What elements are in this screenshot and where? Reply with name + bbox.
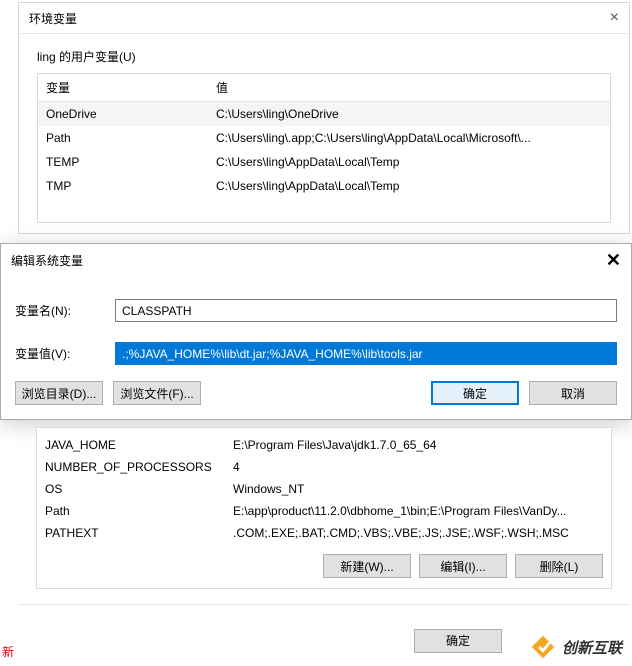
table-row[interactable]: TMPC:\Users\ling\AppData\Local\Temp bbox=[38, 174, 610, 198]
cell-val: .COM;.EXE;.BAT;.CMD;.VBS;.VBE;.JS;.JSE;.… bbox=[225, 522, 611, 544]
cell-var: Path bbox=[37, 500, 225, 522]
logo-icon bbox=[528, 632, 558, 662]
dialog2-buttons: 浏览目录(D)... 浏览文件(F)... 确定 取消 bbox=[1, 371, 631, 405]
user-vars-label: ling 的用户变量(U) bbox=[19, 34, 629, 73]
cancel-button[interactable]: 取消 bbox=[529, 381, 617, 405]
cell-var: PATHEXT bbox=[37, 522, 225, 544]
env-vars-dialog: 环境变量 × ling 的用户变量(U) 变量 值 OneDriveC:\Use… bbox=[18, 2, 630, 234]
red-mark: 新 bbox=[2, 643, 14, 660]
cell-var: TEMP bbox=[38, 150, 208, 174]
title-bar: 编辑系统变量 ✕ bbox=[1, 244, 631, 277]
delete-button[interactable]: 删除(L) bbox=[515, 554, 603, 578]
table-row[interactable]: PathC:\Users\ling\.app;C:\Users\ling\App… bbox=[38, 126, 610, 150]
ok-button[interactable]: 确定 bbox=[431, 381, 519, 405]
var-name-row: 变量名(N): bbox=[1, 293, 631, 328]
cell-val: E:\Program Files\Java\jdk1.7.0_65_64 bbox=[225, 434, 611, 456]
cell-val: 4 bbox=[225, 456, 611, 478]
ok-button-bottom[interactable]: 确定 bbox=[414, 629, 502, 653]
user-vars-table: 变量 值 OneDriveC:\Users\ling\OneDrive Path… bbox=[38, 74, 610, 222]
browse-file-button[interactable]: 浏览文件(F)... bbox=[113, 381, 201, 405]
table-row[interactable]: OneDriveC:\Users\ling\OneDrive bbox=[38, 102, 610, 127]
cell-val: C:\Users\ling\AppData\Local\Temp bbox=[208, 150, 610, 174]
table-row[interactable]: TEMPC:\Users\ling\AppData\Local\Temp bbox=[38, 150, 610, 174]
table-row[interactable]: PathE:\app\product\11.2.0\dbhome_1\bin;E… bbox=[37, 500, 611, 522]
var-name-input[interactable] bbox=[115, 299, 617, 322]
cell-var: Path bbox=[38, 126, 208, 150]
cell-var: OS bbox=[37, 478, 225, 500]
dialog-title: 编辑系统变量 bbox=[11, 252, 83, 269]
table-row[interactable]: PATHEXT.COM;.EXE;.BAT;.CMD;.VBS;.VBE;.JS… bbox=[37, 522, 611, 544]
system-vars-box: JAVA_HOMEE:\Program Files\Java\jdk1.7.0_… bbox=[36, 427, 612, 589]
dialog-title: 环境变量 bbox=[29, 10, 77, 27]
cell-var: OneDrive bbox=[38, 102, 208, 127]
title-bar: 环境变量 × bbox=[19, 3, 629, 34]
browse-dir-button[interactable]: 浏览目录(D)... bbox=[15, 381, 103, 405]
close-icon[interactable]: ✕ bbox=[606, 250, 621, 271]
edit-system-var-dialog: 编辑系统变量 ✕ 变量名(N): 变量值(V): 浏览目录(D)... 浏览文件… bbox=[0, 243, 632, 420]
close-icon[interactable]: × bbox=[610, 9, 619, 27]
system-vars-buttons: 新建(W)... 编辑(I)... 删除(L) bbox=[37, 544, 611, 578]
col-header-val[interactable]: 值 bbox=[208, 74, 610, 102]
var-value-input[interactable] bbox=[115, 342, 617, 365]
var-name-label: 变量名(N): bbox=[15, 302, 115, 319]
table-row bbox=[38, 198, 610, 222]
var-value-row: 变量值(V): bbox=[1, 336, 631, 371]
var-value-label: 变量值(V): bbox=[15, 345, 115, 362]
new-button[interactable]: 新建(W)... bbox=[323, 554, 411, 578]
cell-val: E:\app\product\11.2.0\dbhome_1\bin;E:\Pr… bbox=[225, 500, 611, 522]
cell-val: C:\Users\ling\AppData\Local\Temp bbox=[208, 174, 610, 198]
cell-val: Windows_NT bbox=[225, 478, 611, 500]
table-row[interactable]: OSWindows_NT bbox=[37, 478, 611, 500]
cell-var: TMP bbox=[38, 174, 208, 198]
edit-button[interactable]: 编辑(I)... bbox=[419, 554, 507, 578]
table-row[interactable]: NUMBER_OF_PROCESSORS4 bbox=[37, 456, 611, 478]
cell-var: JAVA_HOME bbox=[37, 434, 225, 456]
cell-val: C:\Users\ling\.app;C:\Users\ling\AppData… bbox=[208, 126, 610, 150]
system-vars-table: JAVA_HOMEE:\Program Files\Java\jdk1.7.0_… bbox=[37, 434, 611, 544]
col-header-var[interactable]: 变量 bbox=[38, 74, 208, 102]
table-row[interactable]: JAVA_HOMEE:\Program Files\Java\jdk1.7.0_… bbox=[37, 434, 611, 456]
cell-var: NUMBER_OF_PROCESSORS bbox=[37, 456, 225, 478]
user-vars-box: 变量 值 OneDriveC:\Users\ling\OneDrive Path… bbox=[37, 73, 611, 223]
cell-val: C:\Users\ling\OneDrive bbox=[208, 102, 610, 127]
watermark-logo: 创新互联 bbox=[528, 632, 622, 662]
watermark-text: 创新互联 bbox=[562, 637, 622, 658]
